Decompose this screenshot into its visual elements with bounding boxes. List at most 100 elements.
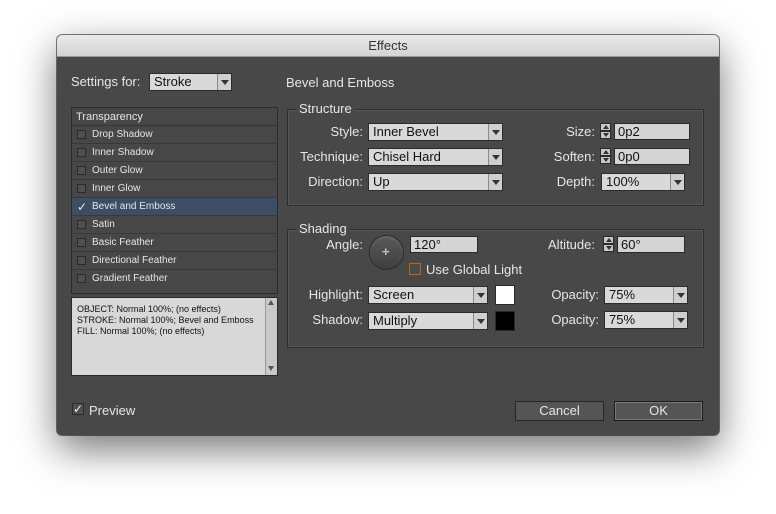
structure-legend: Structure [296,101,355,116]
highlight-opacity-combo[interactable]: 75% [604,286,688,304]
use-global-light-label[interactable]: Use Global Light [426,262,522,277]
list-item-satin[interactable]: Satin [72,216,277,234]
shadow-label: Shadow: [312,312,363,327]
settings-for-label: Settings for: [71,74,141,89]
technique-dropdown[interactable]: Chisel Hard [368,148,503,166]
decrement-icon[interactable] [603,244,614,252]
highlight-label: Highlight: [308,287,363,302]
list-item-basic-feather[interactable]: Basic Feather [72,234,277,252]
depth-combo[interactable]: 100% [601,173,685,191]
effect-checkbox[interactable] [77,238,86,247]
shadow-mode-dropdown[interactable]: Multiply [368,312,488,330]
direction-value: Up [373,174,390,189]
effect-checkbox[interactable] [77,220,86,229]
effect-checkbox[interactable] [77,184,86,193]
soften-field[interactable]: 0p0 [614,148,690,165]
size-label: Size: [566,124,595,139]
soften-stepper[interactable] [600,148,611,164]
settings-for-value: Stroke [154,74,192,89]
highlight-mode-value: Screen [373,287,415,302]
effect-checkbox[interactable] [77,148,86,157]
preview-checkbox[interactable]: ✓ [72,403,84,415]
list-item-label: Inner Shadow [92,147,154,158]
effect-checkbox[interactable] [77,274,86,283]
list-item-outer-glow[interactable]: Outer Glow [72,162,277,180]
size-stepper[interactable] [600,123,611,139]
direction-label: Direction: [308,174,363,189]
list-item-bevel-and-emboss[interactable]: ✓ Bevel and Emboss [72,198,277,216]
summary-line: STROKE: Normal 100%; Bevel and Emboss [77,315,254,325]
use-global-light-checkbox[interactable] [409,263,421,275]
shadow-opacity-label: Opacity: [551,312,599,327]
size-field[interactable]: 0p2 [614,123,690,140]
style-label: Style: [330,124,363,139]
angle-label: Angle: [326,237,363,252]
angle-dial[interactable]: ✛ [369,235,404,270]
list-item-label: Drop Shadow [92,129,153,140]
soften-label: Soften: [553,149,595,164]
angle-field[interactable]: 120° [410,236,478,253]
direction-dropdown[interactable]: Up [368,173,503,191]
panel-title: Bevel and Emboss [286,75,395,90]
chevron-right-icon[interactable] [673,312,687,328]
ok-button[interactable]: OK [614,401,703,421]
effect-checkbox[interactable] [77,130,86,139]
chevron-right-icon[interactable] [670,174,684,190]
list-item-label: Gradient Feather [92,273,168,284]
highlight-color-swatch[interactable] [495,285,515,305]
scroll-up-icon[interactable] [268,300,274,305]
highlight-mode-dropdown[interactable]: Screen [368,286,488,304]
summary-scrollbar[interactable] [265,298,277,375]
decrement-icon[interactable] [600,156,611,164]
effect-checkbox[interactable] [77,256,86,265]
increment-icon[interactable] [600,123,611,131]
style-value: Inner Bevel [373,124,439,139]
list-item-drop-shadow[interactable]: Drop Shadow [72,126,277,144]
settings-for-dropdown[interactable]: Stroke [149,73,232,91]
list-item-label: Basic Feather [92,237,154,248]
chevron-down-icon [473,287,487,303]
list-item-directional-feather[interactable]: Directional Feather [72,252,277,270]
depth-value: 100% [606,174,640,189]
effects-dialog: Effects Settings for: Stroke Transparenc… [57,35,719,435]
effects-list: Transparency Drop Shadow Inner Shadow Ou… [71,107,278,294]
chevron-down-icon [488,124,502,140]
list-item-label: Directional Feather [92,255,177,266]
list-item-label: Inner Glow [92,183,141,194]
list-header-transparency[interactable]: Transparency [72,108,277,126]
altitude-stepper[interactable] [603,236,614,252]
increment-icon[interactable] [603,236,614,244]
list-item-label: Bevel and Emboss [92,201,176,212]
shadow-color-swatch[interactable] [495,311,515,331]
crosshair-icon: ✛ [382,247,390,257]
depth-label: Depth: [556,174,595,189]
summary-line: FILL: Normal 100%; (no effects) [77,326,205,336]
dialog-title: Effects [57,35,719,57]
list-item-label: Satin [92,219,115,230]
summary-line: OBJECT: Normal 100%; (no effects) [77,304,221,314]
effects-summary: OBJECT: Normal 100%; (no effects) STROKE… [71,297,278,376]
list-item-inner-shadow[interactable]: Inner Shadow [72,144,277,162]
shadow-mode-value: Multiply [373,313,418,328]
chevron-right-icon[interactable] [673,287,687,303]
decrement-icon[interactable] [600,131,611,139]
preview-label[interactable]: Preview [89,403,135,418]
effect-checkbox[interactable] [77,166,86,175]
shadow-opacity-combo[interactable]: 75% [604,311,688,329]
scroll-down-icon[interactable] [268,366,274,371]
altitude-label: Altitude: [548,237,595,252]
list-item-gradient-feather[interactable]: Gradient Feather [72,270,277,288]
checkmark-icon[interactable]: ✓ [77,198,87,216]
shading-legend: Shading [296,221,350,236]
increment-icon[interactable] [600,148,611,156]
altitude-field[interactable]: 60° [617,236,685,253]
highlight-opacity-value: 75% [609,287,636,302]
list-item-inner-glow[interactable]: Inner Glow [72,180,277,198]
style-dropdown[interactable]: Inner Bevel [368,123,503,141]
cancel-button[interactable]: Cancel [515,401,604,421]
list-item-label: Outer Glow [92,165,143,176]
chevron-down-icon [488,174,502,190]
shadow-opacity-value: 75% [609,312,636,327]
highlight-opacity-label: Opacity: [551,287,599,302]
technique-label: Technique: [300,149,363,164]
